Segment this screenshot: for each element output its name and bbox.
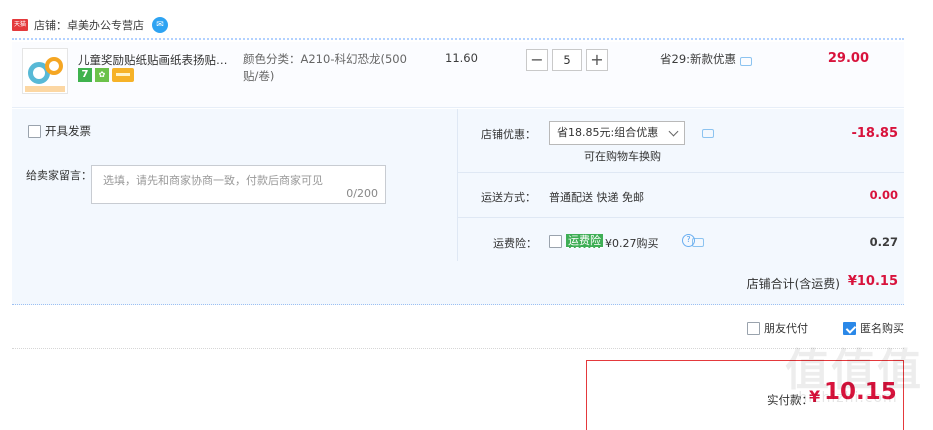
message-placeholder: 选填，请先和商家协商一致，付款后商家可见 [103, 174, 323, 187]
help-icon[interactable]: ? [682, 234, 695, 247]
shop-promo-info-icon[interactable] [702, 129, 714, 138]
product-thumbnail[interactable] [22, 48, 68, 94]
shop-promo-hint: 可在购物车换购 [584, 150, 661, 163]
shop-promo-amount: -18.85 [851, 126, 898, 141]
shop-name-link[interactable]: 店铺：卓美办公专营店 [34, 17, 144, 33]
invoice-checkbox[interactable] [28, 124, 41, 138]
anonymous-checkbox[interactable] [843, 321, 856, 335]
shop-promo-label: 店铺优惠： [481, 128, 536, 141]
shop-total-label: 店铺合计(含运费) [746, 277, 840, 291]
shop-total-value: ¥10.15 [847, 274, 898, 289]
tmall-badge-icon: 天猫 [12, 19, 28, 31]
gift-icon[interactable]: ✿ [95, 68, 109, 82]
sku-info: 颜色分类：A210-科幻恐龙(500贴/卷) [243, 52, 407, 83]
seven-day-return-icon[interactable]: 7 [78, 68, 92, 82]
item-subtotal: 29.00 [827, 51, 869, 66]
promo-info-icon[interactable] [740, 56, 753, 66]
service-icons: 7 ✿ [78, 68, 134, 82]
shipping-method: 普通配送 快递 免邮 [549, 191, 644, 204]
insurance-checkbox[interactable] [549, 235, 562, 248]
message-char-count: 0/200 [346, 187, 378, 200]
shipping-cost: 0.00 [869, 188, 898, 202]
unit-price: 11.60 [445, 51, 478, 65]
quantity-increase-button[interactable]: + [586, 49, 608, 71]
divider [12, 348, 904, 349]
watermark-url: zhizhizhi.com [790, 390, 898, 406]
quantity-decrease-button[interactable]: − [526, 49, 548, 71]
shop-header: 天猫 店铺：卓美办公专营店 ✉ [12, 12, 904, 40]
watermark-logo: 值值值 [785, 345, 923, 396]
divider [458, 172, 904, 173]
quantity-stepper: − 5 + [526, 49, 608, 71]
invoice-label: 开具发票 [45, 124, 91, 138]
divider [458, 217, 904, 218]
quantity-input[interactable]: 5 [552, 49, 582, 71]
seller-message-input[interactable]: 选填，请先和商家协商一致，付款后商家可见 0/200 [91, 165, 386, 204]
invoice-option[interactable]: 开具发票 [28, 123, 91, 139]
friend-pay-checkbox[interactable] [747, 321, 760, 335]
shop-promo-selected: 省18.85元:组合优惠 [557, 126, 659, 139]
item-promo-text: 省29:新款优惠 [660, 52, 737, 66]
insurance-label: 运费险： [493, 237, 537, 250]
shipping-label: 运送方式： [481, 191, 536, 204]
message-label: 给卖家留言： [26, 169, 92, 182]
insurance-badge: 运费险 [566, 234, 603, 248]
shop-total-row: 店铺合计(含运费) ¥10.15 [12, 261, 904, 305]
credit-card-icon[interactable] [112, 68, 134, 82]
shop-promo-select[interactable]: 省18.85元:组合优惠 [549, 121, 685, 145]
insurance-amount: 0.27 [869, 235, 898, 249]
chevron-down-icon [668, 126, 679, 137]
product-title-link[interactable]: 儿童奖励贴纸贴画纸表扬贴小学... [78, 52, 238, 68]
insurance-price: ¥0.27购买 [605, 237, 659, 250]
order-item-row: 儿童奖励贴纸贴画纸表扬贴小学... 7 ✿ 颜色分类：A210-科幻恐龙(500… [12, 42, 904, 108]
order-options-panel: 开具发票 给卖家留言： 选填，请先和商家协商一致，付款后商家可见 0/200 店… [12, 109, 904, 261]
item-promo: 省29:新款优惠 [660, 51, 753, 67]
wangwang-chat-icon[interactable]: ✉ [152, 17, 168, 33]
